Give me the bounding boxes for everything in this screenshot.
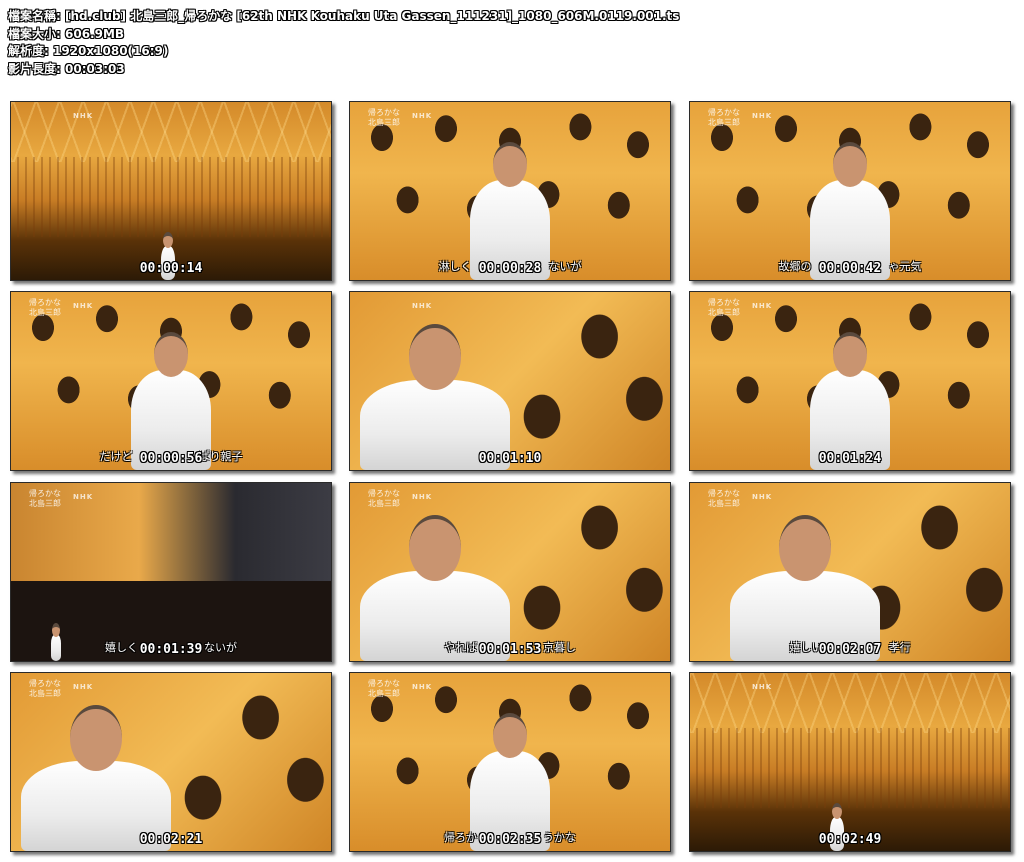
file-size-value: 606.9MB	[65, 26, 125, 41]
singer-head	[163, 232, 173, 248]
channel-logo: NHK	[73, 493, 94, 501]
timestamp-label: 00:00:56	[139, 451, 203, 466]
resolution-line: 解析度: 1920x1080(16:9)	[8, 43, 679, 61]
duration-line: 影片長度: 00:03:03	[8, 61, 679, 79]
singer-head	[493, 713, 527, 758]
channel-logo: NHK	[73, 302, 94, 310]
duration-value: 00:03:03	[65, 61, 125, 76]
video-thumbnail[interactable]: NHK 帰ろかな 北島三郎 だけど ぱり親子 00:00:56	[10, 291, 332, 471]
file-size-line: 檔案大小: 606.9MB	[8, 26, 679, 44]
resolution-value: 1920x1080(16:9)	[53, 44, 169, 58]
video-thumbnail[interactable]: NHK 帰ろかな 北島三郎 00:02:21	[10, 672, 332, 852]
channel-logo: NHK	[412, 683, 433, 691]
channel-logo: NHK	[752, 112, 773, 120]
file-name-line: 檔案名稱: [hd.club] 北島三郎_帰ろかな [62th NHK Kouh…	[8, 8, 679, 26]
duration-label: 影片長度:	[8, 61, 61, 76]
channel-logo: NHK	[752, 683, 773, 691]
song-caption: 帰ろかな 北島三郎	[29, 679, 61, 698]
video-thumbnail[interactable]: NHK 帰ろかな 北島三郎 00:01:24	[689, 291, 1011, 471]
timestamp-label: 00:02:21	[139, 832, 203, 847]
channel-logo: NHK	[412, 302, 433, 310]
video-thumbnail[interactable]: NHK 00:01:10	[349, 291, 671, 471]
video-thumbnail[interactable]: NHK 00:02:49	[689, 672, 1011, 852]
timestamp-label: 00:01:10	[478, 451, 542, 466]
channel-logo: NHK	[73, 683, 94, 691]
video-thumbnail[interactable]: NHK 00:00:14	[10, 101, 332, 281]
song-caption: 帰ろかな 北島三郎	[368, 489, 400, 508]
video-thumbnail[interactable]: NHK 帰ろかな 北島三郎 嬉しい 孝行 00:02:07	[689, 482, 1011, 662]
timestamp-label: 00:01:53	[478, 642, 542, 657]
channel-logo: NHK	[412, 493, 433, 501]
video-thumbnail[interactable]: NHK 帰ろかな 北島三郎 淋しく ないが 00:00:28	[349, 101, 671, 281]
file-size-label: 檔案大小:	[8, 26, 61, 41]
resolution-label: 解析度:	[8, 44, 49, 58]
file-info-header: 檔案名稱: [hd.club] 北島三郎_帰ろかな [62th NHK Kouh…	[8, 8, 679, 78]
singer-head	[70, 705, 122, 772]
channel-logo: NHK	[412, 112, 433, 120]
singer-head	[409, 324, 461, 391]
timestamp-label: 00:01:39	[139, 642, 203, 657]
timestamp-label: 00:00:14	[139, 261, 203, 276]
timestamp-label: 00:01:24	[818, 451, 882, 466]
singer-head	[779, 515, 831, 582]
video-thumbnail[interactable]: NHK 帰ろかな 北島三郎 やれば 京暮し 00:01:53	[349, 482, 671, 662]
video-thumbnail[interactable]: NHK 帰ろかな 北島三郎 嬉しく ないが 00:01:39	[10, 482, 332, 662]
song-caption: 帰ろかな 北島三郎	[29, 489, 61, 508]
singer-head	[154, 332, 188, 377]
singer-head	[493, 142, 527, 187]
channel-logo: NHK	[73, 112, 94, 120]
channel-logo: NHK	[752, 493, 773, 501]
song-caption: 帰ろかな 北島三郎	[368, 108, 400, 127]
channel-logo: NHK	[752, 302, 773, 310]
singer-head	[832, 803, 842, 819]
song-caption: 帰ろかな 北島三郎	[708, 489, 740, 508]
timestamp-label: 00:02:07	[818, 642, 882, 657]
singer-head	[833, 142, 867, 187]
singer-head	[833, 332, 867, 377]
song-caption: 帰ろかな 北島三郎	[29, 298, 61, 317]
song-caption: 帰ろかな 北島三郎	[708, 298, 740, 317]
song-caption: 帰ろかな 北島三郎	[368, 679, 400, 698]
singer-head	[409, 515, 461, 582]
timestamp-label: 00:00:28	[478, 261, 542, 276]
file-name-label: 檔案名稱:	[8, 9, 61, 23]
video-thumbnail[interactable]: NHK 帰ろかな 北島三郎 帰ろか うかな 00:02:35	[349, 672, 671, 852]
file-name-value: [hd.club] 北島三郎_帰ろかな [62th NHK Kouhaku Ut…	[65, 9, 680, 23]
video-thumbnail[interactable]: NHK 帰ろかな 北島三郎 故郷の ゃ元気 00:00:42	[689, 101, 1011, 281]
song-caption: 帰ろかな 北島三郎	[708, 108, 740, 127]
singer-head	[52, 623, 60, 637]
timestamp-label: 00:00:42	[818, 261, 882, 276]
timestamp-label: 00:02:35	[478, 832, 542, 847]
timestamp-label: 00:02:49	[818, 832, 882, 847]
